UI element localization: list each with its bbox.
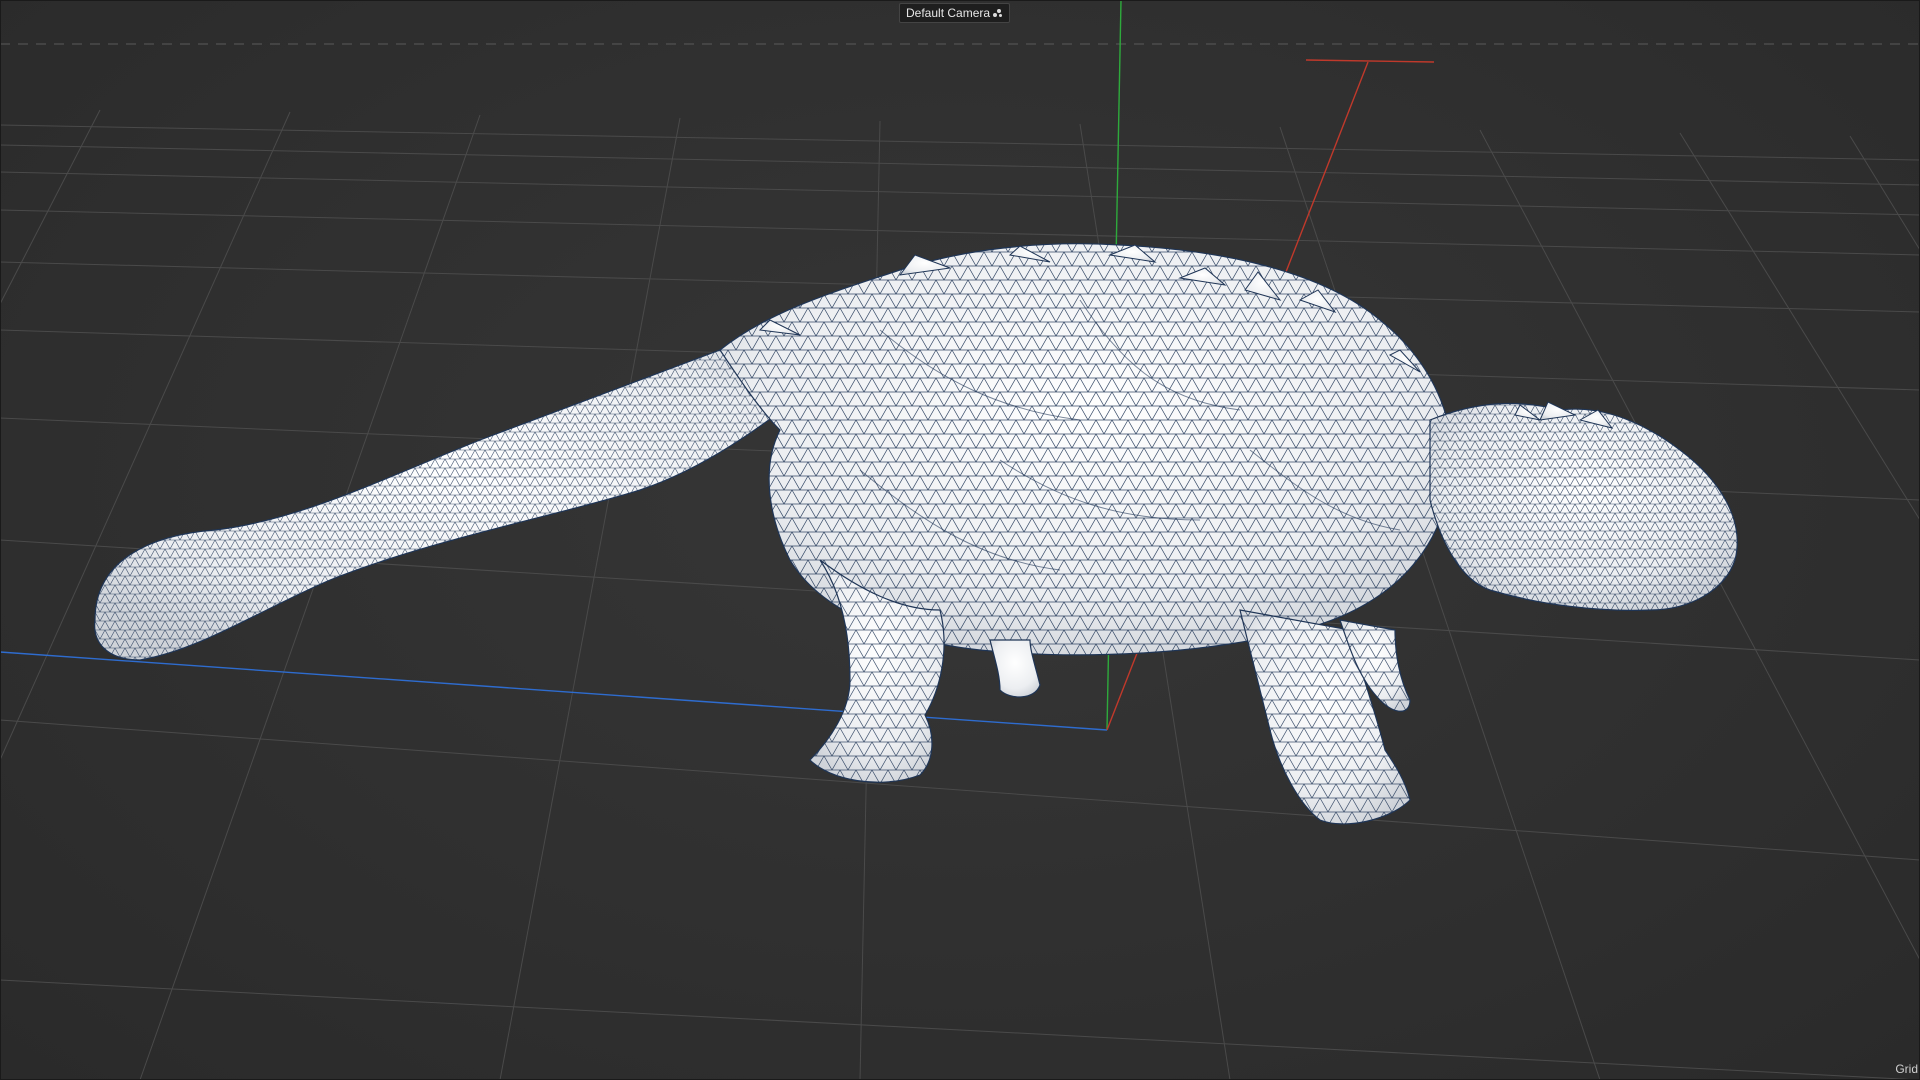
3d-viewport[interactable]: Default Camera Grid (0, 0, 1920, 1080)
ankylosaurus-mesh[interactable] (94, 243, 1738, 825)
viewport-scene[interactable] (0, 0, 1920, 1080)
camera-options-icon (993, 8, 1003, 18)
camera-label-text: Default Camera (906, 6, 991, 20)
camera-menu-button[interactable]: Default Camera (899, 3, 1011, 23)
x-axis-cap (1305, 59, 1435, 63)
grid-indicator-label: Grid (1895, 1062, 1918, 1076)
